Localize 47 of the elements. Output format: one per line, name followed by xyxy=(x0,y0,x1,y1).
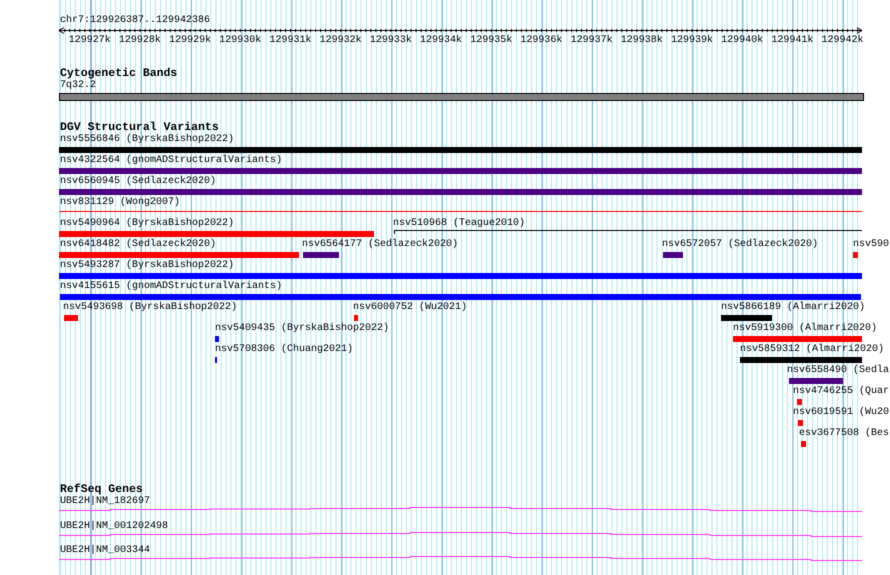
variant-label: nsv6418482 (Sedlazeck2020) xyxy=(60,239,216,251)
variant-label: nsv590 xyxy=(852,239,889,251)
variant-label: nsv6000752 (Wu2021) xyxy=(353,302,468,314)
variant-label: nsv6560945 (Sedlazeck2020) xyxy=(60,176,216,188)
tick-label: 129941k xyxy=(771,35,814,47)
variant-label: nsv6558490 (Sedla xyxy=(786,365,889,377)
variant-label: nsv6019591 (Wu20 xyxy=(792,407,889,419)
variant-label: nsv4322564 (gnomADStructuralVariants) xyxy=(60,155,282,167)
gene-label: UBE2H|NM_182697 xyxy=(60,496,150,508)
tick-label: 129928k xyxy=(118,35,161,47)
variant-label: nsv5493698 (ByrskaBishop2022) xyxy=(63,302,238,314)
tick-label: 129940k xyxy=(721,35,764,47)
variant-label: nsv5556846 (ByrskaBishop2022) xyxy=(60,134,234,146)
variant-label: nsv5859312 (Almarri2020) xyxy=(740,344,884,356)
gene-label: UBE2H|NM_001202498 xyxy=(60,520,168,532)
track-title: RefSeq Genes xyxy=(60,483,143,496)
tick-label: 129942k xyxy=(822,35,864,47)
tick-label: 129935k xyxy=(470,35,512,47)
tick-label: 129933k xyxy=(370,35,412,47)
tick-label: 129932k xyxy=(320,35,362,47)
tick-label: 129927k xyxy=(68,35,111,47)
variant-label: nsv4155615 (gnomADStructuralVariants) xyxy=(60,281,282,293)
tick-label: 129930k xyxy=(219,35,262,47)
track-title: Cytogenetic Bands xyxy=(60,67,178,80)
gene-label: UBE2H|NM_003344 xyxy=(60,545,150,557)
tick-label: 129929k xyxy=(169,35,212,47)
tick-label: 129934k xyxy=(420,35,462,47)
variant-label: esv3677508 (Bes xyxy=(798,428,889,440)
variant-label: nsv4746255 (Quar xyxy=(792,386,889,398)
variant-label: nsv5866189 (Almarri2020) xyxy=(721,302,866,314)
variant-label: nsv6572057 (Sedlazeck2020) xyxy=(662,239,818,251)
variant-label: nsv5919300 (Almarri2020) xyxy=(733,323,878,335)
tick-label: 129931k xyxy=(270,35,312,47)
tick-label: 129938k xyxy=(620,35,663,47)
tick-label: 129936k xyxy=(520,35,562,47)
tick-label: 129937k xyxy=(570,35,613,47)
variant-label: nsv5490964 (ByrskaBishop2022) xyxy=(60,218,234,230)
variant-label: nsv510968 (Teague2010) xyxy=(393,218,526,230)
track-title: DGV Structural Variants xyxy=(60,121,219,134)
variant-label: nsv831129 (Wong2007) xyxy=(60,197,180,209)
band-label: 7q32.2 xyxy=(60,80,96,92)
location-label: chr7:129926387..129942386 xyxy=(60,15,210,27)
variant-label: nsv5409435 (ByrskaBishop2022) xyxy=(215,323,390,335)
variant-label: nsv5708306 (Chuang2021) xyxy=(215,344,354,356)
variant-label: nsv6564177 (Sedlazeck2020) xyxy=(302,239,458,251)
variant-label: nsv5493287 (ByrskaBishop2022) xyxy=(60,260,234,272)
tick-label: 129939k xyxy=(671,35,713,47)
